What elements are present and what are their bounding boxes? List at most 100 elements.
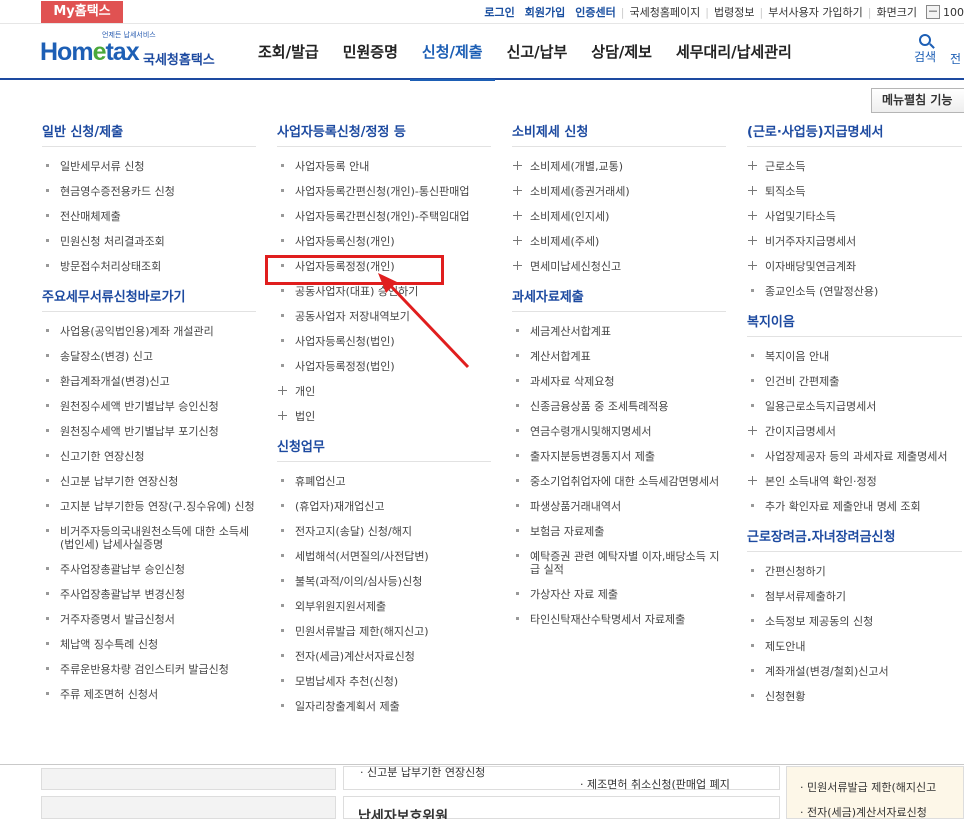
menu-item[interactable]: 현금영수증전용카드 신청: [42, 179, 256, 204]
expandable-menu-item[interactable]: 본인 소득내역 확인·정정: [747, 469, 962, 494]
menu-section-title[interactable]: 사업자등록신청/정정 등: [277, 123, 491, 147]
menu-item[interactable]: 주사업장총괄납부 변경신청: [42, 582, 256, 607]
menu-section-title[interactable]: 일반 신청/제출: [42, 123, 256, 147]
menu-item[interactable]: (휴업자)재개업신고: [277, 494, 491, 519]
menu-item[interactable]: 세금계산서합계표: [512, 319, 726, 344]
menu-item[interactable]: 간편신청하기: [747, 559, 962, 584]
menu-item[interactable]: 종교인소득 (연말정산용): [747, 279, 962, 304]
menu-item[interactable]: 전자(세금)계산서자료신청: [277, 644, 491, 669]
menu-item[interactable]: 거주자증명서 발급신청서: [42, 607, 256, 632]
menu-item[interactable]: 사업자등록간편신청(개인)-주택임대업: [277, 204, 491, 229]
my-hometax-tab[interactable]: My홈택스: [41, 1, 123, 23]
expandable-menu-item[interactable]: 소비제세(개별,교통): [512, 154, 726, 179]
expandable-menu-item[interactable]: 소비제세(증권거래세): [512, 179, 726, 204]
menu-item[interactable]: 환급계좌개설(변경)신고: [42, 369, 256, 394]
menu-item[interactable]: 타인신탁재산수탁명세서 자료제출: [512, 607, 726, 632]
menu-item[interactable]: 비거주자등의국내원천소득에 대한 소득세(법인세) 납세사실증명: [42, 519, 256, 557]
law-info-link[interactable]: 법령정보: [709, 4, 759, 20]
menu-item[interactable]: 가상자산 자료 제출: [512, 582, 726, 607]
menu-item[interactable]: 첨부서류제출하기: [747, 584, 962, 609]
all-menu-button[interactable]: 전: [950, 50, 961, 67]
menu-item[interactable]: 과세자료 삭제요청: [512, 369, 726, 394]
menu-item[interactable]: 원천징수세액 반기별납부 승인신청: [42, 394, 256, 419]
menu-item[interactable]: 전자고지(송달) 신청/해지: [277, 519, 491, 544]
menu-item[interactable]: 보험금 자료제출: [512, 519, 726, 544]
menu-item[interactable]: 방문접수처리상태조회: [42, 254, 256, 279]
menu-section-title[interactable]: 근로장려금.자녀장려금신청: [747, 528, 962, 552]
menu-item[interactable]: 고지분 납부기한등 연장(구.징수유예) 신청: [42, 494, 256, 519]
menu-item[interactable]: 소득정보 제공동의 신청: [747, 609, 962, 634]
search-button[interactable]: 검색: [908, 32, 942, 65]
menu-item[interactable]: 주류 제조면허 신청서: [42, 682, 256, 707]
menu-item[interactable]: 체납액 징수특례 신청: [42, 632, 256, 657]
menu-item[interactable]: 신고분 납부기한 연장신청: [42, 469, 256, 494]
expandable-menu-item[interactable]: 간이지급명세서: [747, 419, 962, 444]
menu-item[interactable]: 민원신청 처리결과조회: [42, 229, 256, 254]
expandable-menu-item[interactable]: 면세미납세신청신고: [512, 254, 726, 279]
menu-item[interactable]: 제도안내: [747, 634, 962, 659]
menu-item[interactable]: 계산서합계표: [512, 344, 726, 369]
menu-item[interactable]: 사업장제공자 등의 과세자료 제출명세서: [747, 444, 962, 469]
expandable-menu-item[interactable]: 사업및기타소득: [747, 204, 962, 229]
menu-section-title[interactable]: 소비제세 신청: [512, 123, 726, 147]
menu-item[interactable]: 사업자등록신청(개인): [277, 229, 491, 254]
menu-item[interactable]: 파생상품거래내역서: [512, 494, 726, 519]
menu-item[interactable]: 일용근로소득지급명세서: [747, 394, 962, 419]
menu-item[interactable]: 계좌개설(변경/철회)신고서: [747, 659, 962, 684]
menu-item[interactable]: 송달장소(변경) 신고: [42, 344, 256, 369]
menu-section-title[interactable]: 주요세무서류신청바로가기: [42, 288, 256, 312]
menu-item[interactable]: 신청현황: [747, 684, 962, 709]
dept-user-signup-link[interactable]: 부서사용자 가입하기: [763, 4, 868, 20]
bullet-icon: [751, 669, 754, 672]
menu-item[interactable]: 모범납세자 추천(신청): [277, 669, 491, 694]
menu-item[interactable]: 예탁증권 관련 예탁자별 이자,배당소득 지급 실적: [512, 544, 726, 582]
menu-item[interactable]: 일자리창출계획서 제출: [277, 694, 491, 719]
nts-homepage-link[interactable]: 국세청홈페이지: [624, 4, 705, 20]
menu-item[interactable]: 외부위원지원서제출: [277, 594, 491, 619]
menu-item[interactable]: 전산매체제출: [42, 204, 256, 229]
menu-item[interactable]: 민원서류발급 제한(해지신고): [277, 619, 491, 644]
menu-section-title[interactable]: 과세자료제출: [512, 288, 726, 312]
menu-item[interactable]: 사업자등록간편신청(개인)-통신판매업: [277, 179, 491, 204]
menu-item[interactable]: 일반세무서류 신청: [42, 154, 256, 179]
menu-item[interactable]: 추가 확인자료 제출안내 명세 조회: [747, 494, 962, 519]
menu-section-title[interactable]: 복지이음: [747, 313, 962, 337]
expandable-menu-item[interactable]: 비거주자지급명세서: [747, 229, 962, 254]
expandable-menu-item[interactable]: 이자배당및연금계좌: [747, 254, 962, 279]
menu-expand-toggle[interactable]: 메뉴펼침 기능: [871, 88, 964, 113]
menu-item[interactable]: 주사업장총괄납부 승인신청: [42, 557, 256, 582]
menu-item[interactable]: 원천징수세액 반기별납부 포기신청: [42, 419, 256, 444]
expandable-menu-item[interactable]: 개인: [277, 379, 491, 404]
nav-consult-report[interactable]: 상담/제보: [579, 24, 664, 80]
nav-tax-agent[interactable]: 세무대리/납세관리: [664, 24, 804, 80]
menu-section-title[interactable]: 신청업무: [277, 438, 491, 462]
expandable-menu-item[interactable]: 근로소득: [747, 154, 962, 179]
menu-item[interactable]: 주류운반용차량 검인스티커 발급신청: [42, 657, 256, 682]
menu-section-title[interactable]: (근로·사업등)지급명세서: [747, 123, 962, 147]
login-link[interactable]: 로그인: [479, 4, 519, 20]
signup-link[interactable]: 회원가입: [520, 4, 570, 20]
nav-report-pay[interactable]: 신고/납부: [495, 24, 580, 80]
menu-item[interactable]: 사업자등록 안내: [277, 154, 491, 179]
nav-apply-submit[interactable]: 신청/제출: [409, 24, 495, 82]
menu-item[interactable]: 신종금융상품 중 조세특례적용: [512, 394, 726, 419]
menu-item[interactable]: 사업용(공익법인용)계좌 개설관리: [42, 319, 256, 344]
menu-item[interactable]: 인건비 간편제출: [747, 369, 962, 394]
menu-item[interactable]: 중소기업취업자에 대한 소득세감면명세서: [512, 469, 726, 494]
expandable-menu-item[interactable]: 소비제세(주세): [512, 229, 726, 254]
nav-lookup-issue[interactable]: 조회/발급: [246, 24, 331, 80]
expandable-menu-item[interactable]: 소비제세(인지세): [512, 204, 726, 229]
expandable-menu-item[interactable]: 퇴직소득: [747, 179, 962, 204]
menu-item[interactable]: 불복(과적/이의/심사등)신청: [277, 569, 491, 594]
menu-item[interactable]: 신고기한 연장신청: [42, 444, 256, 469]
menu-item[interactable]: 복지이음 안내: [747, 344, 962, 369]
menu-item[interactable]: 세법해석(서면질의/사전답변): [277, 544, 491, 569]
cert-center-link[interactable]: 인증센터: [570, 4, 620, 20]
hometax-logo[interactable]: 언제든 납세서비스 Hometax 국세청홈택스: [40, 30, 225, 74]
menu-item[interactable]: 연금수령개시및해지명세서: [512, 419, 726, 444]
nav-civil-certificates[interactable]: 민원증명: [331, 24, 410, 80]
zoom-out-button[interactable]: －: [926, 5, 940, 19]
expandable-menu-item[interactable]: 법인: [277, 404, 491, 429]
menu-item[interactable]: 휴폐업신고: [277, 469, 491, 494]
menu-item[interactable]: 출자지분등변경통지서 제출: [512, 444, 726, 469]
